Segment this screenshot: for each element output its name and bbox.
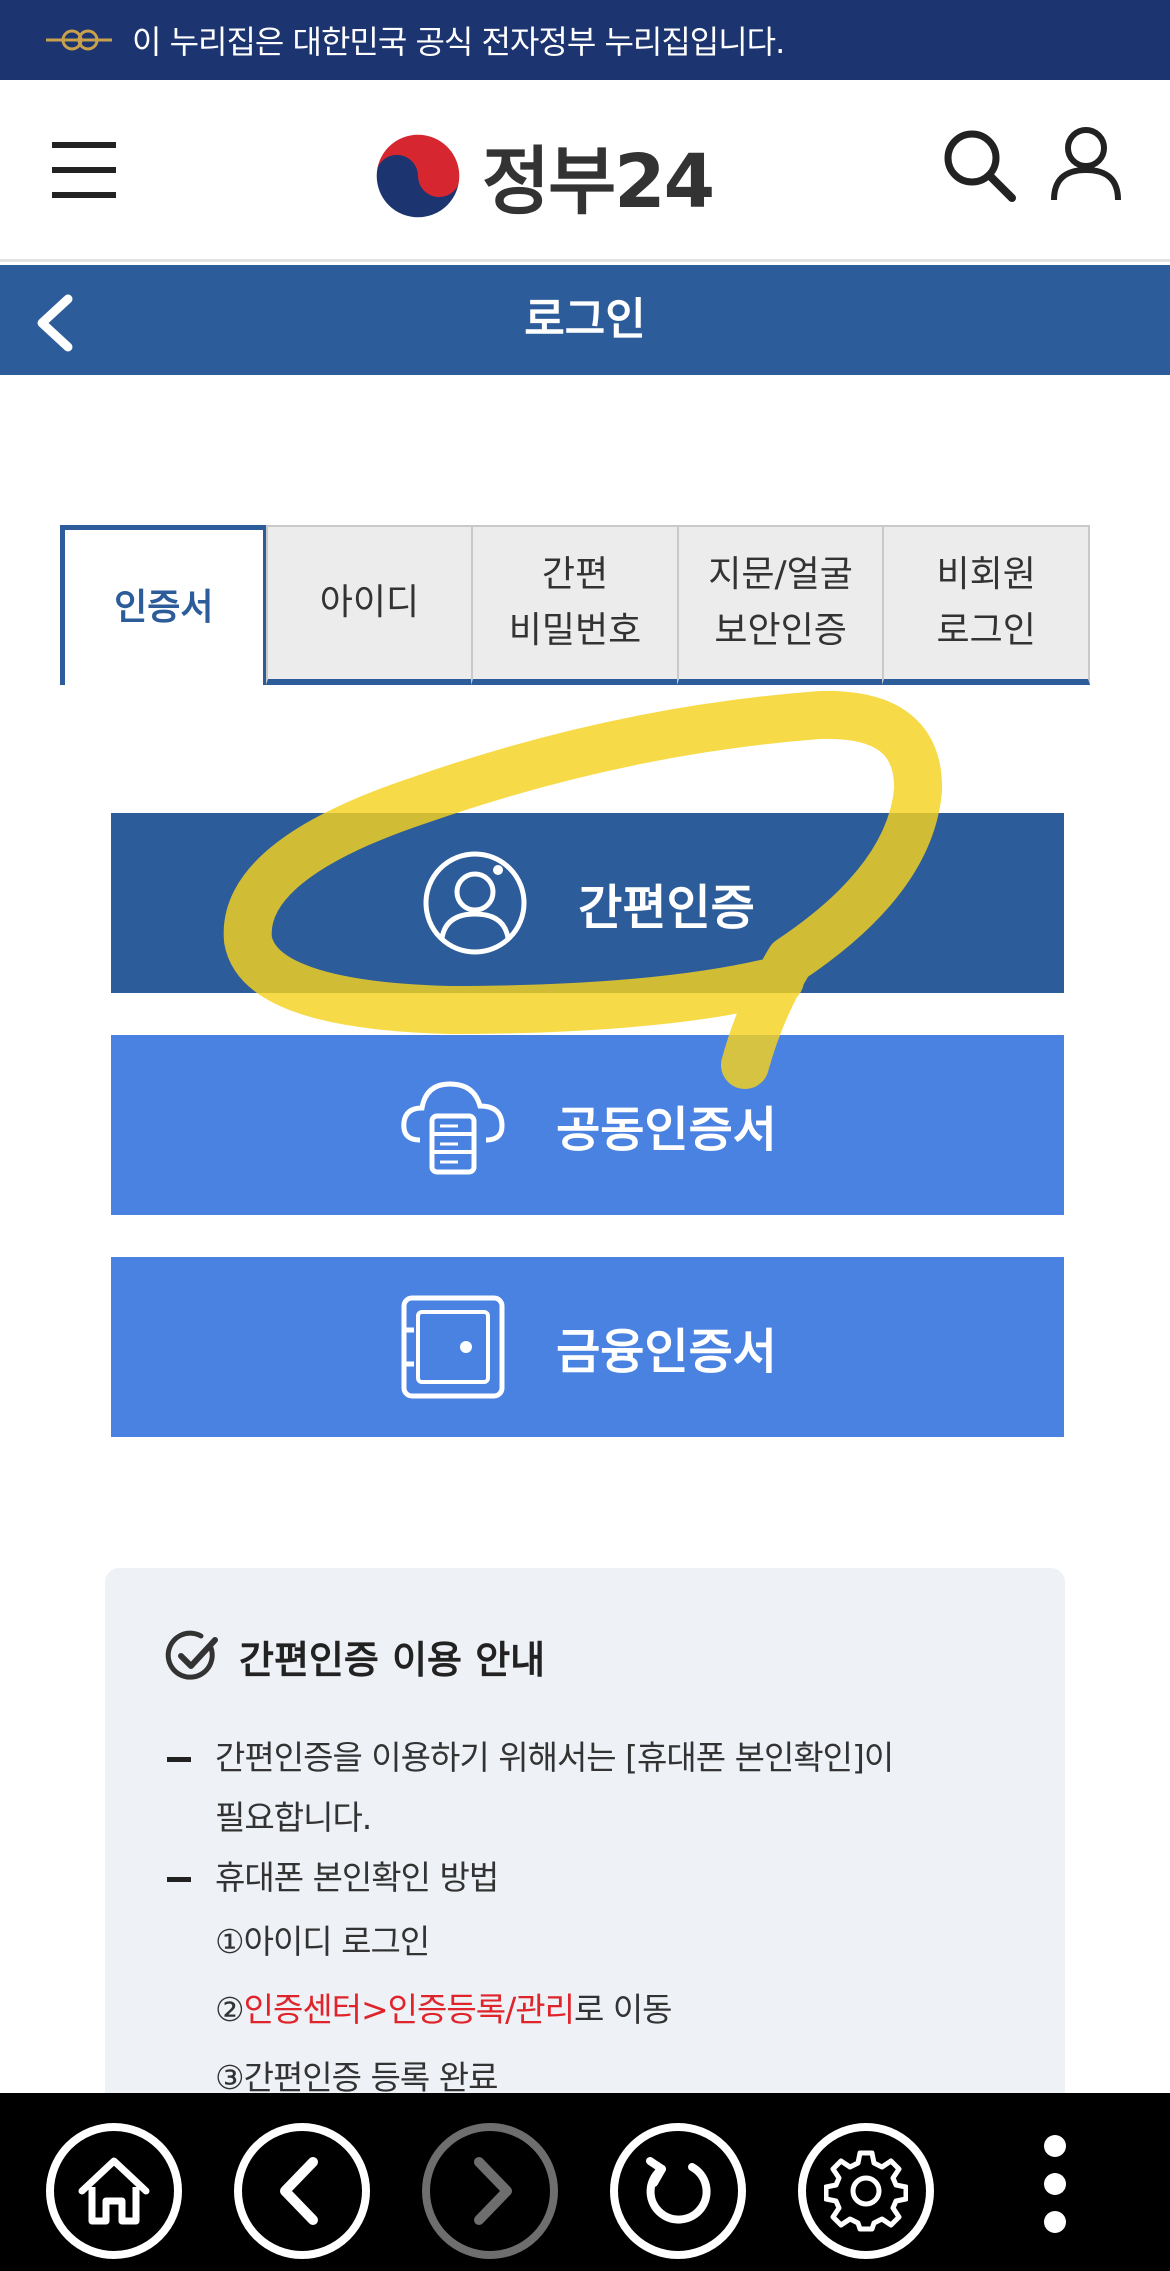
financial-certificate-button[interactable]: 금융인증서 bbox=[111, 1257, 1064, 1437]
tab-guest-login[interactable]: 비회원 로그인 bbox=[882, 525, 1090, 685]
info-item-line: 필요합니다. bbox=[215, 1798, 372, 1837]
tab-label-line1: 지문/얼굴 bbox=[708, 554, 853, 595]
tab-label: 아이디 bbox=[319, 582, 420, 623]
refresh-icon bbox=[646, 2157, 711, 2224]
gear-icon bbox=[824, 2150, 908, 2232]
cloud-server-icon bbox=[401, 1081, 505, 1175]
tab-certificate[interactable]: 인증서 bbox=[60, 525, 268, 685]
simple-auth-label: 간편인증 bbox=[578, 880, 755, 936]
info-item-line: 간편인증을 이용하기 위해서는 [휴대폰 본인확인]이 bbox=[215, 1738, 894, 1777]
settings-button[interactable] bbox=[798, 2123, 934, 2259]
safe-icon bbox=[401, 1295, 505, 1399]
auth-center-link[interactable]: 인증센터>인증등록/관리 bbox=[244, 1990, 575, 2029]
tab-simple-password[interactable]: 간편 비밀번호 bbox=[471, 525, 679, 685]
tab-id[interactable]: 아이디 bbox=[265, 525, 474, 685]
refresh-button[interactable] bbox=[610, 2123, 746, 2259]
simple-auth-info-box: 간편인증 이용 안내 간편인증을 이용하기 위해서는 [휴대폰 본인확인]이 필… bbox=[105, 1568, 1065, 2108]
joint-certificate-button[interactable]: 공동인증서 bbox=[111, 1035, 1064, 1215]
tab-label-line2: 보안인증 bbox=[714, 610, 847, 651]
tab-label-line1: 비회원 bbox=[936, 554, 1036, 595]
forward-button[interactable] bbox=[422, 2123, 558, 2259]
hamburger-icon[interactable] bbox=[52, 142, 116, 198]
arrow-left-icon bbox=[280, 2157, 318, 2225]
info-title: 간편인증 이용 안내 bbox=[165, 1628, 1005, 1684]
site-header: 정부24 bbox=[0, 80, 1170, 262]
gov-emblem-icon bbox=[46, 29, 112, 51]
gov-banner-text: 이 누리집은 대한민국 공식 전자정부 누리집입니다. bbox=[132, 23, 785, 61]
tab-label-line2: 로그인 bbox=[936, 610, 1036, 651]
tab-biometric[interactable]: 지문/얼굴 보안인증 bbox=[676, 525, 885, 685]
logo-text: 정부24 bbox=[482, 139, 715, 225]
info-step-tail: 로 이동 bbox=[573, 1990, 673, 2029]
person-circle-icon bbox=[423, 851, 527, 955]
tab-label-line2: 비밀번호 bbox=[508, 610, 642, 651]
back-button[interactable] bbox=[234, 2123, 370, 2259]
info-title-text: 간편인증 이용 안내 bbox=[239, 1637, 546, 1682]
info-item: 휴대폰 본인확인 방법 bbox=[165, 1848, 1005, 1908]
search-icon[interactable] bbox=[938, 124, 1018, 204]
info-item-line: 휴대폰 본인확인 방법 bbox=[215, 1858, 499, 1897]
joint-certificate-label: 공동인증서 bbox=[556, 1102, 777, 1158]
taeguk-logo-icon bbox=[374, 132, 462, 219]
page-title: 로그인 bbox=[524, 294, 646, 345]
check-circle-icon bbox=[165, 1630, 218, 1680]
simple-auth-button[interactable]: 간편인증 bbox=[111, 813, 1064, 993]
more-vertical-icon[interactable] bbox=[1040, 2135, 1070, 2235]
info-step-2: ②인증센터>인증등록/관리로 이동 bbox=[165, 1976, 1005, 2044]
info-step-1: ①아이디 로그인 bbox=[215, 1922, 430, 1961]
info-step-number: ② bbox=[215, 1990, 245, 2029]
site-logo[interactable]: 정부24 bbox=[370, 122, 715, 229]
tab-label-line1: 간편 bbox=[541, 554, 609, 595]
gov-banner: 이 누리집은 대한민국 공식 전자정부 누리집입니다. bbox=[0, 0, 1170, 80]
browser-bottom-nav bbox=[0, 2093, 1170, 2271]
info-item: 간편인증을 이용하기 위해서는 [휴대폰 본인확인]이 필요합니다. bbox=[165, 1728, 1005, 1848]
financial-certificate-label: 금융인증서 bbox=[556, 1324, 777, 1380]
login-tabs: 인증서 아이디 간편 비밀번호 지문/얼굴 보안인증 비회원 로그인 bbox=[60, 525, 1098, 685]
home-button[interactable] bbox=[46, 2123, 182, 2259]
arrow-right-icon bbox=[474, 2157, 512, 2225]
tab-label: 인증서 bbox=[114, 586, 214, 628]
page-titlebar: 로그인 bbox=[0, 265, 1170, 375]
home-icon bbox=[78, 2157, 150, 2225]
user-icon[interactable] bbox=[1048, 124, 1124, 204]
